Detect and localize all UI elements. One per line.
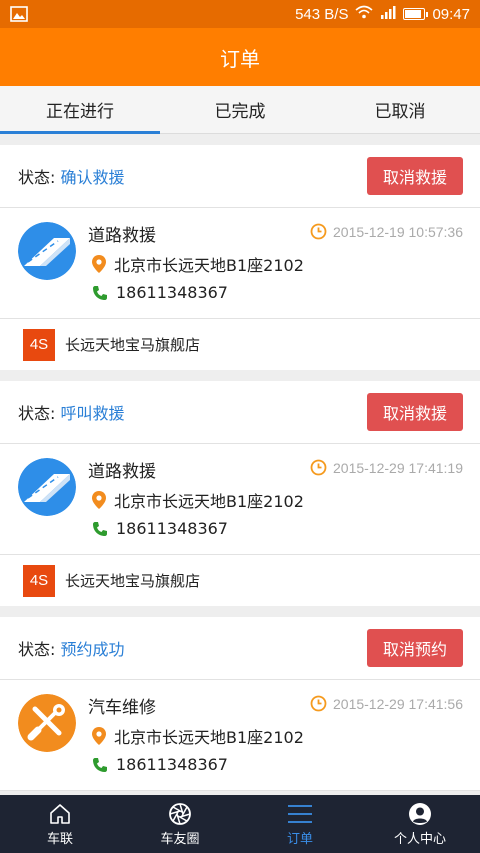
shop-name: 长远天地宝马旗舰店 <box>65 572 201 590</box>
order-status: 状态: 确认救援 <box>18 168 125 187</box>
service-name: 道路救援 <box>88 226 156 246</box>
phone-row[interactable]: 18611348367 <box>92 519 228 538</box>
location-pin-icon <box>92 255 106 273</box>
repair-tools-icon <box>18 694 76 752</box>
road-icon <box>18 222 76 280</box>
order-status-row: 状态: 呼叫救援 取消救援 <box>0 381 480 444</box>
4s-badge: 4S <box>23 564 55 597</box>
clock-icon <box>310 695 327 712</box>
location-pin-icon <box>92 491 106 509</box>
order-status-row: 状态: 确认救援 取消救援 <box>0 145 480 208</box>
cancel-appointment-button[interactable]: 取消预约 <box>367 629 463 667</box>
tab-cancelled[interactable]: 已取消 <box>320 86 480 133</box>
4s-badge: 4S <box>23 328 55 361</box>
phone-icon <box>93 285 107 300</box>
phone-row[interactable]: 18611348367 <box>92 283 228 302</box>
address-row: 北京市长远天地B1座2102 <box>92 488 304 512</box>
order-status: 状态: 呼叫救援 <box>18 404 125 423</box>
nav-item-orders[interactable]: 订单 <box>240 795 360 853</box>
order-card: 状态: 确认救援 取消救援 道路救援 2015-12-19 10:57:36 北… <box>0 145 480 370</box>
clock-icon <box>310 223 327 240</box>
home-icon <box>50 803 70 824</box>
cancel-rescue-button[interactable]: 取消救援 <box>367 157 463 195</box>
order-time: 2015-12-19 10:57:36 <box>310 223 463 240</box>
order-card: 状态: 呼叫救援 取消救援 道路救援 2015-12-29 17:41:19 北… <box>0 381 480 606</box>
nav-item-profile[interactable]: 个人中心 <box>360 795 480 853</box>
order-status-row: 状态: 预约成功 取消预约 <box>0 617 480 680</box>
app-header: 订单 <box>0 28 480 86</box>
battery-icon <box>403 8 429 20</box>
nav-item-car-link[interactable]: 车联 <box>0 795 120 853</box>
tab-completed[interactable]: 已完成 <box>160 86 320 133</box>
clock: 09:47 <box>432 5 470 23</box>
shop-row[interactable]: 4S 长远天地宝马旗舰店 <box>0 319 480 370</box>
order-list[interactable]: 状态: 确认救援 取消救援 道路救援 2015-12-19 10:57:36 北… <box>0 134 480 795</box>
nav-item-car-friends[interactable]: 车友圈 <box>120 795 240 853</box>
cancel-rescue-button[interactable]: 取消救援 <box>367 393 463 431</box>
service-name: 汽车维修 <box>88 698 156 718</box>
order-status: 状态: 预约成功 <box>18 640 125 659</box>
signal-icon <box>380 5 396 23</box>
road-icon <box>18 458 76 516</box>
order-time: 2015-12-29 17:41:19 <box>310 459 463 476</box>
page-title: 订单 <box>220 46 260 71</box>
bottom-nav: 车联 车友圈 订单 个人中心 <box>0 795 480 853</box>
status-bar: 543 B/S 09:47 <box>0 0 480 28</box>
phone-icon <box>93 521 107 536</box>
order-detail[interactable]: 汽车维修 2015-12-29 17:41:56 北京市长远天地B1座2102 … <box>0 680 480 791</box>
phone-row[interactable]: 18611348367 <box>92 755 228 774</box>
location-pin-icon <box>92 727 106 745</box>
shop-row[interactable]: 4S 长远天地宝马旗舰店 <box>0 555 480 606</box>
phone-icon <box>93 757 107 772</box>
tab-in-progress[interactable]: 正在进行 <box>0 86 160 134</box>
wifi-icon <box>355 5 373 23</box>
shop-name: 长远天地宝马旗舰店 <box>65 336 201 354</box>
order-time: 2015-12-29 17:41:56 <box>310 695 463 712</box>
gallery-icon <box>10 6 28 26</box>
clock-icon <box>310 459 327 476</box>
address-row: 北京市长远天地B1座2102 <box>92 724 304 748</box>
order-card: 状态: 预约成功 取消预约 汽车维修 2015-12-29 17:41:56 北… <box>0 617 480 791</box>
network-speed: 543 B/S <box>295 5 349 23</box>
aperture-icon <box>169 802 191 825</box>
order-tabs: 正在进行 已完成 已取消 <box>0 86 480 134</box>
user-icon <box>409 802 431 825</box>
order-detail[interactable]: 道路救援 2015-12-19 10:57:36 北京市长远天地B1座2102 … <box>0 208 480 319</box>
service-name: 道路救援 <box>88 462 156 482</box>
list-icon <box>288 804 312 823</box>
order-detail[interactable]: 道路救援 2015-12-29 17:41:19 北京市长远天地B1座2102 … <box>0 444 480 555</box>
address-row: 北京市长远天地B1座2102 <box>92 252 304 276</box>
